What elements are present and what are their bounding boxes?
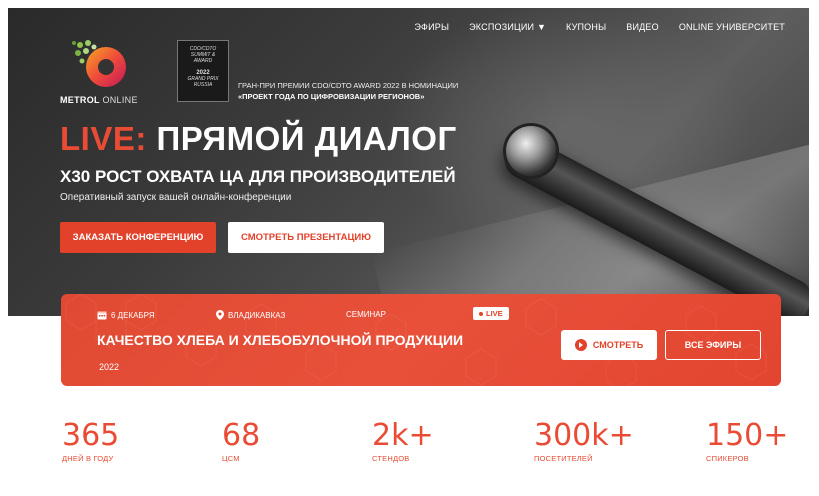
logo-suffix: ONLINE: [102, 95, 138, 105]
top-nav: ЭФИРЫ ЭКСПОЗИЦИИ ▼ КУПОНЫ ВИДЕО ONLINE У…: [414, 22, 785, 32]
order-conference-button[interactable]: ЗАКАЗАТЬ КОНФЕРЕНЦИЮ: [60, 222, 216, 253]
stat-stands: 2k+ СТЕНДОВ: [372, 418, 434, 464]
stat-csm: 68 ЦСМ: [222, 418, 261, 464]
stat-label: ЦСМ: [222, 454, 240, 463]
award-caption-line1: ГРАН-ПРИ ПРЕМИИ CDO/CDTO AWARD 2022 В НО…: [238, 81, 459, 90]
logo-brand: METROL: [60, 95, 100, 105]
hero-title: LIVE: ПРЯМОЙ ДИАЛОГ: [60, 120, 457, 158]
stat-label: ДНЕЙ В ГОДУ: [62, 454, 114, 463]
event-city-text: ВЛАДИКАВКАЗ: [228, 310, 286, 320]
nav-item-online-university[interactable]: ONLINE УНИВЕРСИТЕТ: [679, 22, 785, 32]
metrol-logo-icon[interactable]: [70, 35, 130, 95]
stat-value: 2k+: [372, 418, 434, 453]
nav-item-expositions-label: ЭКСПОЗИЦИИ: [469, 22, 535, 32]
hero-subtitle: Х30 РОСТ ОХВАТА ЦА ДЛЯ ПРОИЗВОДИТЕЛЕЙ: [60, 167, 456, 186]
watch-button[interactable]: СМОТРЕТЬ: [561, 330, 657, 360]
event-date: 6 ДЕКАБРЯ: [97, 310, 155, 320]
award-caption-line2: «ПРОЕКТ ГОДА ПО ЦИФРОВИЗАЦИИ РЕГИОНОВ»: [238, 92, 425, 101]
event-card: 6 ДЕКАБРЯ ВЛАДИКАВКАЗ СЕМИНАР LIVE КАЧЕС…: [61, 294, 781, 386]
award-badge-line: RUSSIA: [193, 82, 213, 88]
stat-speakers: 150+ СПИКЕРОВ: [706, 418, 789, 464]
stat-days: 365 ДНЕЙ В ГОДУ: [62, 418, 120, 464]
stat-value: 300k+: [534, 418, 634, 453]
stat-label: ПОСЕТИТЕЛЕЙ: [534, 454, 593, 463]
stat-value: 365: [62, 418, 120, 453]
live-badge: LIVE: [473, 307, 509, 320]
nav-item-expositions[interactable]: ЭКСПОЗИЦИИ ▼: [469, 22, 546, 32]
background-probe-head: [506, 126, 556, 176]
nav-item-coupons[interactable]: КУПОНЫ: [566, 22, 606, 32]
stat-value: 150+: [706, 418, 789, 453]
live-dot-icon: [479, 311, 483, 316]
hero-title-rest: ПРЯМОЙ ДИАЛОГ: [156, 120, 457, 157]
event-date-text: 6 ДЕКАБРЯ: [111, 310, 155, 320]
play-icon: [574, 339, 587, 351]
live-badge-text: LIVE: [486, 309, 503, 318]
nav-item-broadcasts[interactable]: ЭФИРЫ: [414, 22, 449, 32]
calendar-icon: [97, 311, 107, 320]
event-title[interactable]: КАЧЕСТВО ХЛЕБА И ХЛЕБОБУЛОЧНОЙ ПРОДУКЦИИ: [97, 332, 463, 348]
location-pin-icon: [216, 310, 224, 320]
award-caption: ГРАН-ПРИ ПРЕМИИ CDO/CDTO AWARD 2022 В НО…: [238, 80, 458, 102]
hero-description: Оперативный запуск вашей онлайн-конферен…: [60, 192, 292, 203]
watch-button-label: СМОТРЕТЬ: [592, 340, 644, 350]
chevron-down-icon: ▼: [536, 22, 547, 32]
event-type: СЕМИНАР: [346, 310, 386, 319]
event-year: 2022: [99, 362, 120, 372]
award-badge: CDO/CDTO SUMMIT & AWARD 2022 GRAND PRIX …: [177, 40, 229, 102]
stat-visitors: 300k+ ПОСЕТИТЕЛЕЙ: [534, 418, 634, 464]
logo-wordmark[interactable]: METROL ONLINE: [60, 95, 138, 105]
nav-item-video[interactable]: ВИДЕО: [626, 22, 659, 32]
award-badge-line: AWARD: [193, 58, 213, 64]
stat-value: 68: [222, 418, 261, 453]
event-type-text: СЕМИНАР: [346, 310, 386, 319]
all-broadcasts-button[interactable]: ВСЕ ЭФИРЫ: [665, 330, 761, 360]
view-presentation-button[interactable]: СМОТРЕТЬ ПРЕЗЕНТАЦИЮ: [228, 222, 384, 253]
stat-label: СПИКЕРОВ: [706, 454, 749, 463]
stat-label: СТЕНДОВ: [372, 454, 410, 463]
event-location: ВЛАДИКАВКАЗ: [216, 310, 285, 320]
hero-title-accent: LIVE:: [60, 120, 147, 157]
